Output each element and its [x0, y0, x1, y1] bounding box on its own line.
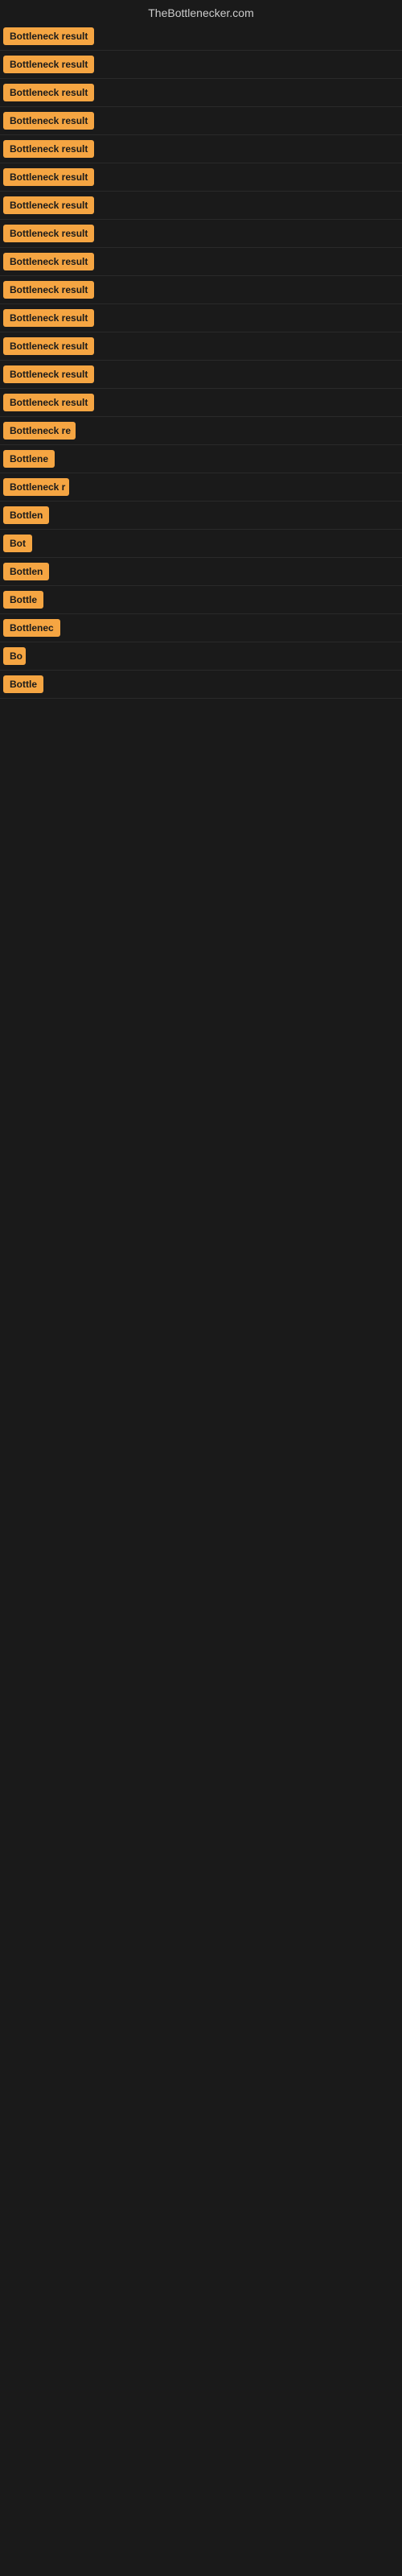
result-row: Bottleneck result	[0, 304, 402, 332]
bottleneck-badge[interactable]: Bottlen	[3, 506, 49, 524]
site-title: TheBottlenecker.com	[148, 6, 254, 19]
result-row: Bottleneck result	[0, 163, 402, 192]
bottleneck-badge[interactable]: Bottleneck result	[3, 225, 94, 242]
result-row: Bottleneck result	[0, 23, 402, 51]
bottleneck-badge[interactable]: Bottleneck result	[3, 253, 94, 270]
bottleneck-badge[interactable]: Bottleneck result	[3, 196, 94, 214]
result-row: Bottleneck result	[0, 79, 402, 107]
bottleneck-badge[interactable]: Bottleneck result	[3, 56, 94, 73]
result-row: Bo	[0, 642, 402, 671]
site-header: TheBottlenecker.com	[0, 0, 402, 23]
bottleneck-badge[interactable]: Bottleneck result	[3, 365, 94, 383]
result-row: Bottleneck result	[0, 389, 402, 417]
bottleneck-badge[interactable]: Bottleneck result	[3, 112, 94, 130]
result-row: Bot	[0, 530, 402, 558]
result-row: Bottleneck result	[0, 192, 402, 220]
result-row: Bottleneck result	[0, 51, 402, 79]
results-list: Bottleneck result Bottleneck result Bottle…	[0, 23, 402, 699]
result-row: Bottleneck re	[0, 417, 402, 445]
bottleneck-badge[interactable]: Bottleneck result	[3, 168, 94, 186]
result-row: Bottleneck result	[0, 276, 402, 304]
result-row: Bottleneck result	[0, 332, 402, 361]
bottleneck-badge[interactable]: Bottle	[3, 675, 43, 693]
page-wrapper: TheBottlenecker.com Bottleneck resultBot…	[0, 0, 402, 699]
bottleneck-badge[interactable]: Bottle	[3, 591, 43, 609]
bottleneck-badge[interactable]: Bottlene	[3, 450, 55, 468]
result-row: Bottleneck result	[0, 107, 402, 135]
result-row: Bottleneck result	[0, 248, 402, 276]
bottleneck-badge[interactable]: Bottleneck result	[3, 281, 94, 299]
bottleneck-badge[interactable]: Bottleneck result	[3, 84, 94, 101]
result-row: Bottle	[0, 586, 402, 614]
bottleneck-badge[interactable]: Bottleneck re	[3, 422, 76, 440]
result-row: Bottleneck result	[0, 135, 402, 163]
result-row: Bottlenec	[0, 614, 402, 642]
result-row: Bottleneck result	[0, 361, 402, 389]
bottleneck-badge[interactable]: Bottleneck result	[3, 337, 94, 355]
bottleneck-badge[interactable]: Bottleneck result	[3, 27, 94, 45]
result-row: Bottleneck result	[0, 220, 402, 248]
bottleneck-badge[interactable]: Bottleneck r	[3, 478, 69, 496]
bottleneck-badge[interactable]: Bottlenec	[3, 619, 60, 637]
bottleneck-badge[interactable]: Bottlen	[3, 563, 49, 580]
bottleneck-badge[interactable]: Bottleneck result	[3, 309, 94, 327]
bottleneck-badge[interactable]: Bo	[3, 647, 26, 665]
result-row: Bottlen	[0, 502, 402, 530]
bottleneck-badge[interactable]: Bottleneck result	[3, 394, 94, 411]
result-row: Bottleneck r	[0, 473, 402, 502]
result-row: Bottlene	[0, 445, 402, 473]
result-row: Bottle	[0, 671, 402, 699]
bottleneck-badge[interactable]: Bottleneck result	[3, 140, 94, 158]
bottleneck-badge[interactable]: Bot	[3, 535, 32, 552]
result-row: Bottlen	[0, 558, 402, 586]
